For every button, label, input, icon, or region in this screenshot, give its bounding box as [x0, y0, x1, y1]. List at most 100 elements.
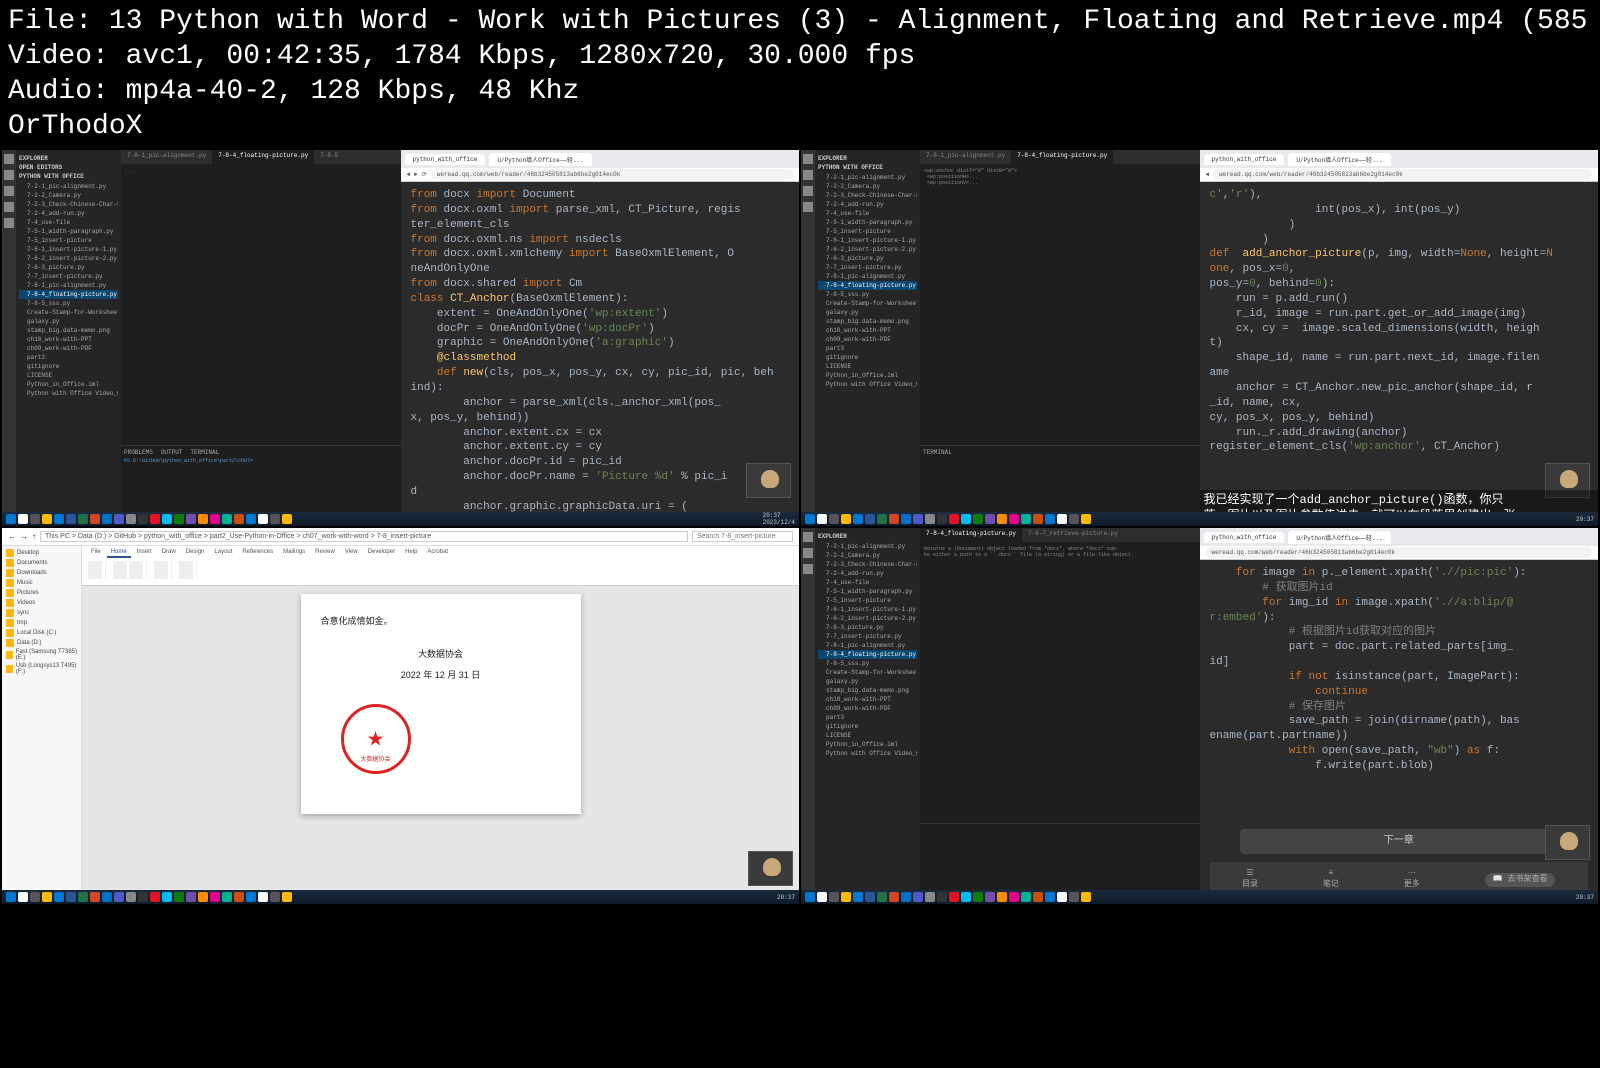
notes-button[interactable]: ≡笔记 [1323, 869, 1339, 891]
search-icon[interactable] [803, 548, 813, 558]
edge-icon[interactable] [853, 892, 863, 902]
terminal-tab[interactable]: TERMINAL [923, 449, 952, 456]
explorer-icon[interactable] [42, 892, 52, 902]
excel-icon[interactable] [901, 514, 911, 524]
settings-icon[interactable] [1045, 892, 1055, 902]
file-tree-item[interactable]: Python_in_Office.iml [818, 740, 917, 749]
file-tree-item[interactable]: 7-8-1_pic-alignment.py [818, 641, 917, 650]
terminal-tab[interactable]: OUTPUT [161, 449, 183, 456]
file-tree-item[interactable]: 7-2-2_Camera.py [818, 551, 917, 560]
file-tree-item[interactable]: stamp_big.data-memo.png [19, 326, 118, 335]
teams-icon[interactable] [937, 514, 947, 524]
file-tree-item[interactable]: Python_in_Office.iml [19, 380, 118, 389]
file-tree-item[interactable]: 7-5_insert-picture [818, 227, 917, 236]
fe-sidebar-item[interactable]: Local Disk (C:) [4, 628, 79, 638]
file-tree-item[interactable]: galaxy.py [19, 317, 118, 326]
chrome-icon[interactable] [174, 514, 184, 524]
snip-icon[interactable] [234, 514, 244, 524]
file-tree-item[interactable]: 7-2-3_Check-Chinese-Char-Length.py [818, 191, 917, 200]
file-tree-item[interactable]: Create-Stamp-for-Worksheet.xlsx [818, 668, 917, 677]
vscode-activity-bar[interactable] [2, 150, 16, 526]
ribbon-tab[interactable]: Insert [133, 548, 156, 558]
file-tree-item[interactable]: 7-4_use-file [19, 218, 118, 227]
fe-toolbar[interactable]: ← → ↑ This PC > Data (D:) > GitHub > pyt… [2, 528, 799, 546]
mail-icon[interactable] [282, 892, 292, 902]
word-ribbon[interactable]: FileHomeInsertDrawDesignLayoutReferences… [82, 546, 799, 586]
paint-icon[interactable] [222, 892, 232, 902]
editor-tab[interactable]: 7-8-1_pic-alignment.py [121, 150, 212, 164]
vscode-editor[interactable]: ... [121, 164, 401, 445]
file-tree-item[interactable]: LICENSE [19, 371, 118, 380]
ribbon-tab[interactable]: Layout [210, 548, 236, 558]
firefox-icon[interactable] [186, 892, 196, 902]
editor-tab-active[interactable]: 7-8-4_floating-picture.py [1011, 150, 1113, 164]
fe-sidebar-item[interactable]: Documents [4, 558, 79, 568]
outlook-icon[interactable] [925, 514, 935, 524]
file-tree-item[interactable]: 7-5_insert-picture [818, 596, 917, 605]
terminal-tab[interactable]: PROBLEMS [124, 449, 153, 456]
file-tree-item[interactable]: part3 [19, 353, 118, 362]
browser-tab[interactable]: U/Python填人Office——轻... [1288, 153, 1390, 166]
ribbon-tab[interactable]: File [87, 548, 105, 558]
taskbar-clock[interactable]: 20:37 [1576, 894, 1594, 901]
teams-icon[interactable] [138, 892, 148, 902]
taskview-icon[interactable] [30, 514, 40, 524]
browser-content[interactable]: from docx import Document from docx.oxml… [401, 182, 800, 526]
calc-icon[interactable] [210, 514, 220, 524]
start-icon[interactable] [6, 514, 16, 524]
file-tree-item[interactable]: 7-6-3_picture.py [818, 254, 917, 263]
search-icon[interactable] [817, 892, 827, 902]
start-icon[interactable] [805, 892, 815, 902]
terminal-icon[interactable] [162, 892, 172, 902]
file-tree-item[interactable]: 7-6-2_insert-picture-2.py [19, 254, 118, 263]
fe-sidebar-item[interactable]: Videos [4, 598, 79, 608]
ppt-icon[interactable] [114, 892, 124, 902]
file-tree-item[interactable]: 7-8-5_sss.py [818, 290, 917, 299]
file-tree-item[interactable]: 7-2-2_Camera.py [19, 191, 118, 200]
browser-content[interactable]: for image in p._element.xpath('.//pic:pi… [1200, 560, 1599, 904]
file-tree-item[interactable]: 7-7_insert-picture.py [19, 272, 118, 281]
vscode-terminal[interactable]: TERMINAL [920, 445, 1200, 515]
debug-icon[interactable] [4, 202, 14, 212]
snip-icon[interactable] [1033, 892, 1043, 902]
browser-tab[interactable]: python_with_office [1204, 532, 1285, 543]
explorer-icon[interactable] [803, 532, 813, 542]
open-editors-section[interactable]: OPEN EDITORS [19, 164, 118, 171]
notepad-icon[interactable] [198, 514, 208, 524]
calc-icon[interactable] [210, 892, 220, 902]
fe-sidebar-item[interactable]: Downloads [4, 568, 79, 578]
snip-icon[interactable] [1033, 514, 1043, 524]
search-icon[interactable] [4, 170, 14, 180]
source-control-icon[interactable] [4, 186, 14, 196]
vscode-activity-bar[interactable] [801, 150, 815, 526]
ribbon-tab[interactable]: Home [107, 548, 131, 558]
url-input[interactable]: weread.qq.com/web/reader/46b324505813ab6… [431, 169, 793, 180]
ribbon-tab[interactable]: Mailings [279, 548, 309, 558]
vscode-sidebar[interactable]: EXPLORER 7-2-1_pic-alignment.py7-2-2_Cam… [815, 528, 920, 904]
breadcrumb[interactable]: This PC > Data (D:) > GitHub > python_wi… [40, 531, 688, 542]
file-tree-item[interactable]: stamp_big.data-memo.png [818, 686, 917, 695]
file-tree-item[interactable]: 7-5_insert-picture [19, 236, 118, 245]
file-tree-item[interactable]: 7-5-1_width-paragraph.py [818, 587, 917, 596]
file-tree-item[interactable]: Python with Office Video_Covers.p [818, 380, 917, 389]
search-input[interactable] [692, 531, 793, 542]
browser-toolbar[interactable]: ◄ ► ⟳ weread.qq.com/web/reader/46b324505… [401, 168, 800, 182]
fe-sidebar-item[interactable]: Desktop [4, 548, 79, 558]
file-tree-item[interactable]: 7-6-1_insert-picture-1.py [19, 245, 118, 254]
photos-icon[interactable] [270, 892, 280, 902]
search-icon[interactable] [817, 514, 827, 524]
ribbon-tab[interactable]: Review [311, 548, 339, 558]
debug-icon[interactable] [803, 564, 813, 574]
vscode-icon[interactable] [78, 892, 88, 902]
ppt-icon[interactable] [913, 892, 923, 902]
file-tree-item[interactable]: 7-2-1_pic-alignment.py [19, 182, 118, 191]
ppt-icon[interactable] [913, 514, 923, 524]
file-tree-item[interactable]: gitignore [818, 722, 917, 731]
file-tree-item[interactable]: LICENSE [818, 731, 917, 740]
refresh-icon[interactable]: ⟳ [422, 171, 427, 178]
vscode-icon[interactable] [877, 892, 887, 902]
file-tree-item[interactable]: ch10_work-with-PPT [19, 335, 118, 344]
excel-icon[interactable] [102, 514, 112, 524]
file-tree-item[interactable]: 7-8-5_sss.py [818, 659, 917, 668]
edge-icon[interactable] [54, 514, 64, 524]
